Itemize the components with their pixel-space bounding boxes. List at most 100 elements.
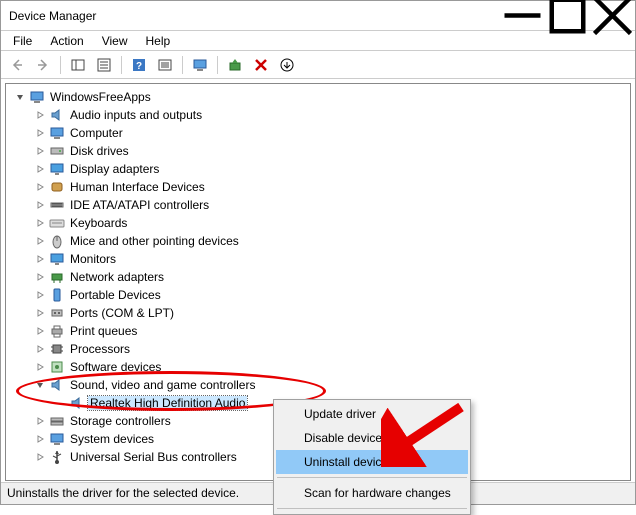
status-text: Uninstalls the driver for the selected d… [7, 486, 239, 500]
context-separator [277, 477, 467, 478]
tree-category[interactable]: Keyboards [32, 214, 630, 232]
toolbar-separator [182, 56, 183, 74]
tree-category[interactable]: Software devices [32, 358, 630, 376]
context-update-driver[interactable]: Update driver [276, 402, 468, 426]
maximize-button[interactable] [545, 1, 590, 30]
tree-category-label: Human Interface Devices [68, 180, 207, 194]
device-category-icon [49, 305, 65, 321]
tree-category[interactable]: Mice and other pointing devices [32, 232, 630, 250]
help-icon: ? [131, 57, 147, 73]
device-category-icon [49, 449, 65, 465]
tree-category[interactable]: Network adapters [32, 268, 630, 286]
device-category-icon [49, 125, 65, 141]
expand-icon[interactable] [34, 145, 46, 157]
speaker-icon [69, 395, 85, 411]
tree-category[interactable]: Audio inputs and outputs [32, 106, 630, 124]
update-driver-button[interactable] [223, 53, 247, 77]
device-category-icon [49, 323, 65, 339]
expand-icon[interactable] [34, 109, 46, 121]
expand-icon[interactable] [34, 199, 46, 211]
tree-category-label: Processors [68, 342, 132, 356]
context-disable-device[interactable]: Disable device [276, 426, 468, 450]
back-button [5, 53, 29, 77]
tree-category-label: Software devices [68, 360, 163, 374]
tree-category-label: Network adapters [68, 270, 166, 284]
expand-icon[interactable] [34, 217, 46, 229]
svg-text:?: ? [136, 61, 142, 72]
collapse-icon[interactable] [34, 379, 46, 391]
context-scan-hardware[interactable]: Scan for hardware changes [276, 481, 468, 505]
computer-icon [29, 89, 45, 105]
expand-icon[interactable] [34, 325, 46, 337]
expand-icon[interactable] [34, 307, 46, 319]
title-bar: Device Manager [1, 1, 635, 31]
tree-category[interactable]: IDE ATA/ATAPI controllers [32, 196, 630, 214]
menu-file[interactable]: File [5, 32, 40, 50]
tree-category[interactable]: Monitors [32, 250, 630, 268]
tree-category[interactable]: Processors [32, 340, 630, 358]
toolbar-separator [217, 56, 218, 74]
tree-category[interactable]: Ports (COM & LPT) [32, 304, 630, 322]
tree-category[interactable]: Disk drives [32, 142, 630, 160]
tree-root[interactable]: WindowsFreeApps [12, 88, 630, 106]
expand-icon[interactable] [34, 361, 46, 373]
context-menu: Update driver Disable device Uninstall d… [273, 399, 471, 515]
tree-category-label: Display adapters [68, 162, 161, 176]
tree-category[interactable]: Computer [32, 124, 630, 142]
collapse-icon[interactable] [14, 91, 26, 103]
maximize-icon [545, 0, 590, 38]
tree-category[interactable]: Sound, video and game controllers [32, 376, 630, 394]
update-driver-icon [227, 57, 243, 73]
tree-category[interactable]: Portable Devices [32, 286, 630, 304]
window-title: Device Manager [9, 9, 500, 23]
expand-icon[interactable] [34, 451, 46, 463]
menu-view[interactable]: View [94, 32, 136, 50]
tree-device-label: Realtek High Definition Audio [88, 396, 247, 410]
expand-icon[interactable] [34, 343, 46, 355]
close-button[interactable] [590, 1, 635, 30]
tree-category[interactable]: Print queues [32, 322, 630, 340]
expand-icon[interactable] [34, 181, 46, 193]
menu-action[interactable]: Action [42, 32, 91, 50]
device-category-icon [49, 269, 65, 285]
close-icon [590, 0, 635, 38]
menu-help[interactable]: Help [138, 32, 179, 50]
expand-icon[interactable] [34, 289, 46, 301]
device-category-icon [49, 107, 65, 123]
device-category-icon [49, 251, 65, 267]
disable-button[interactable] [275, 53, 299, 77]
expand-icon[interactable] [34, 163, 46, 175]
expand-icon[interactable] [34, 253, 46, 265]
context-uninstall-device[interactable]: Uninstall device [276, 450, 468, 474]
toolbar-separator [121, 56, 122, 74]
x-icon [253, 57, 269, 73]
tree-category[interactable]: Display adapters [32, 160, 630, 178]
tree-category[interactable]: Human Interface Devices [32, 178, 630, 196]
monitor-scan-icon [192, 57, 208, 73]
expand-icon[interactable] [34, 127, 46, 139]
uninstall-button[interactable] [249, 53, 273, 77]
show-hide-tree-button[interactable] [66, 53, 90, 77]
minimize-button[interactable] [500, 1, 545, 30]
toolbar-separator [60, 56, 61, 74]
expand-icon[interactable] [34, 415, 46, 427]
device-category-icon [49, 143, 65, 159]
device-category-icon [49, 197, 65, 213]
tree-category-label: Monitors [68, 252, 118, 266]
action-button[interactable] [153, 53, 177, 77]
scan-hardware-button[interactable] [188, 53, 212, 77]
properties-button[interactable] [92, 53, 116, 77]
tree-category-label: Print queues [68, 324, 139, 338]
back-arrow-icon [9, 57, 25, 73]
expand-icon[interactable] [34, 271, 46, 283]
tree-category-label: Portable Devices [68, 288, 163, 302]
expand-icon[interactable] [34, 235, 46, 247]
help-button[interactable]: ? [127, 53, 151, 77]
device-category-icon [49, 341, 65, 357]
device-category-icon [49, 233, 65, 249]
properties-icon [96, 57, 112, 73]
down-circle-icon [279, 57, 295, 73]
forward-button [31, 53, 55, 77]
device-category-icon [49, 431, 65, 447]
expand-icon[interactable] [34, 433, 46, 445]
